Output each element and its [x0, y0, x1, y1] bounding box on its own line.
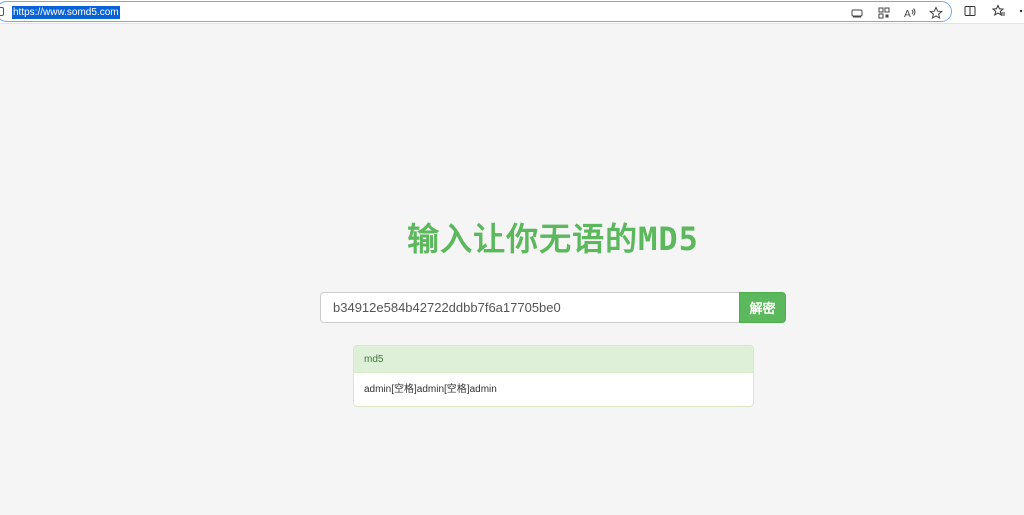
url-text[interactable]: https://www.somd5.com	[12, 6, 120, 19]
result-panel: md5 admin[空格]admin[空格]admin	[353, 345, 754, 407]
browser-toolbar: https://www.somd5.com A	[0, 0, 1024, 24]
decrypt-button[interactable]: 解密	[739, 292, 786, 323]
page-title: 输入让你无语的MD5	[407, 220, 699, 258]
search-form: 解密	[320, 292, 786, 323]
hash-input[interactable]	[320, 292, 740, 323]
address-bar[interactable]: https://www.somd5.com A	[0, 1, 952, 22]
split-screen-icon[interactable]	[963, 4, 977, 18]
svg-text:A: A	[904, 9, 911, 20]
qr-code-icon[interactable]	[877, 6, 891, 20]
more-icon[interactable]	[1018, 4, 1024, 18]
result-value: admin[空格]admin[空格]admin	[364, 384, 497, 395]
favorite-star-icon[interactable]	[929, 6, 943, 20]
result-heading: md5	[354, 346, 753, 373]
lock-icon[interactable]	[0, 7, 4, 16]
read-aloud-icon[interactable]: A	[903, 6, 917, 20]
favorites-icon[interactable]	[992, 4, 1006, 18]
reading-view-icon[interactable]	[850, 6, 864, 20]
